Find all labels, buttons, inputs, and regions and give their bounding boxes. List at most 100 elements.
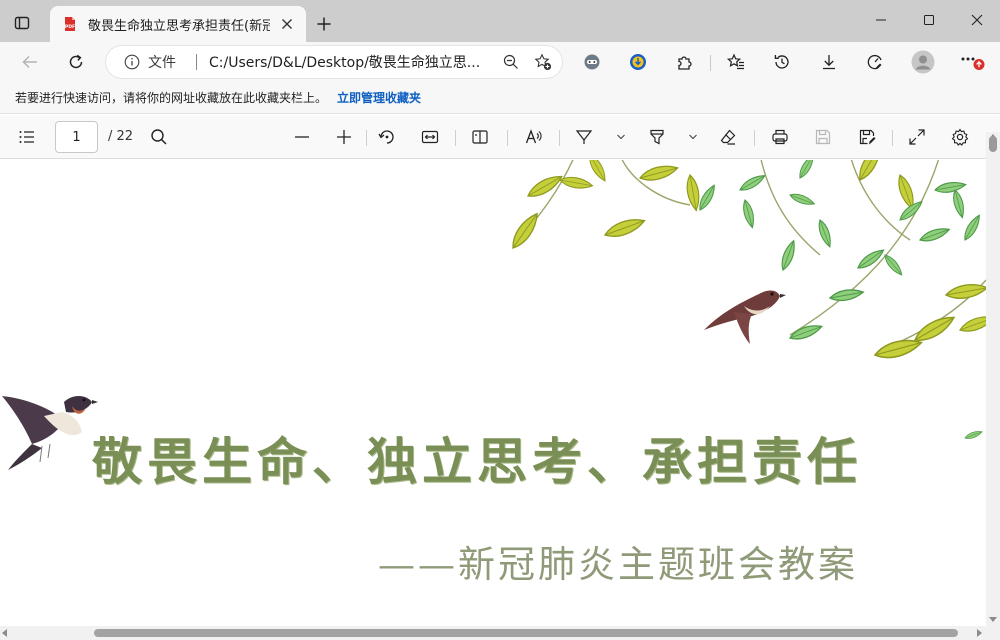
zoom-out-icon	[503, 54, 518, 69]
browser-toolbar: 文件 C:/Users/D&L/Desktop/敬畏生命独立思...	[0, 42, 1000, 82]
scroll-down-arrow[interactable]	[989, 617, 997, 622]
minimize-button[interactable]	[858, 0, 904, 40]
print-button[interactable]	[766, 123, 794, 151]
close-icon	[282, 19, 292, 29]
read-aloud-icon	[525, 129, 542, 144]
chevron-down-icon	[689, 134, 697, 140]
save-icon	[815, 129, 831, 145]
refresh-icon	[69, 54, 83, 69]
profile-icon	[911, 50, 935, 74]
add-favorite-button[interactable]	[530, 49, 556, 75]
pdf-toolbar-divider	[366, 130, 367, 146]
manage-favorites-link[interactable]: 立即管理收藏夹	[337, 89, 421, 106]
vertical-scroll-thumb[interactable]	[989, 136, 997, 152]
minimize-icon	[876, 19, 886, 21]
favorites-button[interactable]	[721, 47, 751, 77]
performance-icon	[867, 54, 882, 70]
swallow-perched-illustration	[2, 396, 98, 470]
performance-button[interactable]	[860, 47, 890, 77]
draw-pen-icon	[575, 130, 593, 144]
pdf-favicon-text: PDF	[65, 24, 75, 30]
favorites-icon	[727, 53, 744, 70]
rotate-icon	[378, 130, 394, 144]
toolbar-divider	[710, 55, 711, 71]
window-close-button[interactable]	[954, 0, 1000, 40]
highlight-button[interactable]	[643, 123, 671, 151]
tab-actions-button[interactable]	[8, 9, 36, 37]
contents-button[interactable]	[13, 123, 41, 151]
fit-page-button[interactable]	[416, 123, 444, 151]
page-number-input[interactable]	[55, 121, 98, 153]
profile-button[interactable]	[908, 47, 938, 77]
find-button[interactable]	[145, 123, 173, 151]
save-as-button[interactable]	[853, 123, 881, 151]
fullscreen-button[interactable]	[903, 123, 931, 151]
zoom-in-button[interactable]	[330, 123, 358, 151]
horizontal-scrollbar[interactable]	[0, 626, 1000, 640]
download-icon	[823, 55, 835, 70]
back-button[interactable]	[15, 47, 45, 77]
address-bar[interactable]: 文件 C:/Users/D&L/Desktop/敬畏生命独立思...	[106, 46, 562, 78]
save-button[interactable]	[809, 123, 837, 151]
pdf-toolbar-divider	[754, 130, 755, 146]
history-button[interactable]	[767, 47, 797, 77]
favorites-bar-message: 若要进行快速访问，请将你的网址收藏放在此收藏夹栏上。	[15, 91, 328, 105]
fit-width-icon	[421, 130, 439, 144]
url-scheme-label: 文件	[148, 55, 176, 71]
zoom-out-button[interactable]	[288, 123, 316, 151]
tab-title: 敬畏生命独立思考承担责任(新冠肺炎主题班会教案)	[88, 18, 270, 34]
pdf-toolbar-divider	[455, 130, 456, 146]
tab-strip: PDF 敬畏生命独立思考承担责任(新冠肺炎主题班会教案)	[0, 0, 1000, 42]
new-tab-button[interactable]	[310, 10, 338, 38]
rotate-button[interactable]	[373, 123, 401, 151]
url-text[interactable]: C:/Users/D&L/Desktop/敬畏生命独立思...	[209, 52, 492, 72]
draw-button[interactable]	[570, 123, 598, 151]
read-aloud-button[interactable]	[520, 123, 548, 151]
favorites-bar: 若要进行快速访问，请将你的网址收藏放在此收藏夹栏上。 立即管理收藏夹	[0, 82, 1000, 114]
expand-icon	[909, 129, 925, 145]
erase-button[interactable]	[714, 123, 742, 151]
maximize-button[interactable]	[906, 0, 952, 40]
scroll-left-arrow[interactable]	[2, 629, 7, 637]
puzzle-icon	[678, 56, 692, 70]
plus-icon	[317, 17, 331, 31]
pdf-settings-button[interactable]	[946, 123, 974, 151]
draw-options-dropdown[interactable]	[613, 123, 629, 151]
gear-icon	[951, 128, 969, 146]
settings-menu-button[interactable]	[957, 47, 987, 77]
extensions-button[interactable]	[670, 47, 700, 77]
download-extension-icon	[630, 54, 646, 70]
robot-extension-icon	[584, 54, 600, 70]
save-as-icon	[859, 129, 876, 145]
pdf-toolbar-divider	[507, 130, 508, 146]
extension-downloader-button[interactable]	[623, 47, 653, 77]
search-icon	[151, 129, 167, 145]
page-total-label: / 22	[108, 129, 134, 144]
scroll-right-arrow[interactable]	[977, 629, 982, 637]
tab-actions-icon	[14, 16, 30, 30]
highlight-options-dropdown[interactable]	[685, 123, 701, 151]
back-arrow-icon	[22, 55, 37, 69]
zoom-button[interactable]	[498, 49, 524, 75]
table-of-contents-icon	[19, 131, 34, 143]
active-tab[interactable]: PDF 敬畏生命独立思考承担责任(新冠肺炎主题班会教案)	[50, 6, 306, 42]
tab-close-button[interactable]	[276, 13, 298, 35]
page-view-icon	[472, 130, 488, 144]
vertical-scrollbar[interactable]	[986, 132, 1000, 626]
pdf-toolbar-divider	[559, 130, 560, 146]
history-icon	[774, 55, 789, 69]
minus-icon	[295, 136, 309, 138]
pdf-file-icon: PDF	[65, 17, 75, 31]
chevron-down-icon	[617, 134, 625, 140]
extension-copilot-button[interactable]	[577, 47, 607, 77]
refresh-button[interactable]	[61, 47, 91, 77]
close-icon	[971, 14, 983, 26]
printer-icon	[772, 129, 788, 145]
pdf-viewer[interactable]: 敬畏生命、独立思考、承担责任 ——新冠肺炎主题班会教案	[0, 160, 986, 626]
page-view-button[interactable]	[466, 123, 494, 151]
pdf-toolbar-divider	[892, 130, 893, 146]
info-icon	[124, 54, 140, 70]
downloads-button[interactable]	[814, 47, 844, 77]
horizontal-scroll-thumb[interactable]	[94, 629, 958, 637]
site-info-button[interactable]: 文件	[124, 52, 176, 72]
